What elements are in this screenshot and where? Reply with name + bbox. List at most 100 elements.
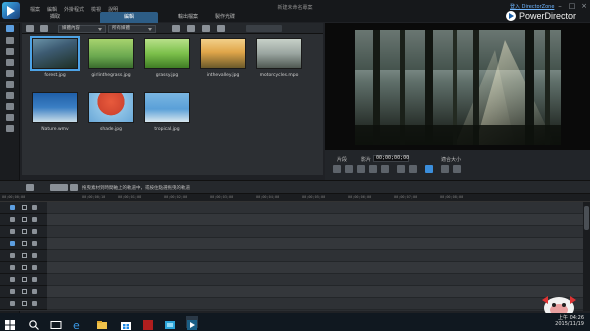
media-filter-dropdown[interactable]: 所有媒體 <box>108 25 156 33</box>
timecode-display[interactable]: 00;00;00;00 <box>373 155 409 162</box>
subtitle-room-icon[interactable] <box>6 125 14 132</box>
track-enable-checkbox[interactable] <box>22 205 27 210</box>
timeline-hint: 拖曳素材到時間軸上的軌道中，或按住點選拖曳的軌道 <box>82 186 190 191</box>
close-icon[interactable]: × <box>579 2 589 10</box>
track-enable-checkbox[interactable] <box>22 217 27 222</box>
track-manager-icon[interactable] <box>26 184 34 191</box>
previous-frame-button[interactable] <box>357 165 365 173</box>
file-explorer-icon[interactable] <box>96 316 108 329</box>
track-row[interactable] <box>47 262 583 274</box>
media-thumb-forest[interactable] <box>30 36 80 71</box>
lock-icon[interactable] <box>32 253 37 258</box>
track-row[interactable] <box>47 202 583 214</box>
media-thumb-motorcycles[interactable] <box>256 38 302 69</box>
mail-app-icon[interactable] <box>164 316 176 329</box>
timeline-view-icon[interactable] <box>50 184 68 191</box>
directorzone-login-link[interactable]: 登入 DirectorZone <box>510 3 554 10</box>
timeline-toolbar: 拖曳素材到時間軸上的軌道中，或按住點選拖曳的軌道 <box>0 180 590 194</box>
minimize-icon[interactable]: – <box>555 2 565 10</box>
taskbar-clock[interactable]: 上午 04:26 2015/11/19 <box>548 315 584 327</box>
media-content-dropdown[interactable]: 媒體內容 <box>58 25 106 33</box>
media-thumb-inthevalley[interactable] <box>200 38 246 69</box>
track-row[interactable] <box>47 286 583 298</box>
import-media-icon[interactable] <box>26 25 34 32</box>
voice-over-icon[interactable] <box>6 103 14 110</box>
track-row[interactable] <box>47 238 583 250</box>
lock-icon[interactable] <box>32 265 37 270</box>
track-row[interactable] <box>47 274 583 286</box>
track-row[interactable] <box>47 298 583 310</box>
lock-icon[interactable] <box>32 277 37 282</box>
powerdirector-taskbar-icon[interactable] <box>186 316 198 330</box>
title-room-icon[interactable] <box>6 70 14 77</box>
plugins-icon[interactable] <box>40 25 48 32</box>
fast-forward-button[interactable] <box>381 165 389 173</box>
maximize-icon[interactable]: □ <box>567 2 577 10</box>
undock-icon[interactable] <box>441 165 449 173</box>
audio-mixing-icon[interactable] <box>6 92 14 99</box>
track-enable-checkbox[interactable] <box>22 277 27 282</box>
movie-mode-label[interactable]: 影片 <box>361 156 371 163</box>
timeline-ruler[interactable]: 00;00;00;00 00;00;00;10 00;00;01;08 00;0… <box>0 194 590 202</box>
track-row[interactable] <box>47 214 583 226</box>
task-view-icon[interactable] <box>50 316 62 329</box>
tab-produce[interactable]: 輸出檔案 <box>168 12 208 23</box>
lock-icon[interactable] <box>32 289 37 294</box>
store-icon[interactable] <box>120 316 132 330</box>
lock-icon[interactable] <box>32 217 37 222</box>
pip-room-icon[interactable] <box>6 48 14 55</box>
media-app-icon[interactable] <box>142 316 154 330</box>
timeline-scrollbar[interactable] <box>583 202 590 311</box>
lock-icon[interactable] <box>32 241 37 246</box>
lock-icon[interactable] <box>32 229 37 234</box>
svg-text:e: e <box>73 319 80 331</box>
track-enable-checkbox[interactable] <box>22 265 27 270</box>
lock-icon[interactable] <box>32 205 37 210</box>
track-row[interactable] <box>47 250 583 262</box>
media-thumb-grassy[interactable] <box>144 38 190 69</box>
transition-room-icon[interactable] <box>6 81 14 88</box>
scrollbar-thumb[interactable] <box>584 206 589 230</box>
ruler-tick: 00;00;00;10 <box>82 195 106 199</box>
lock-icon[interactable] <box>32 301 37 306</box>
tab-capture[interactable]: 擷取 <box>40 12 70 23</box>
play-button[interactable] <box>333 165 341 173</box>
fullscreen-icon[interactable] <box>453 165 461 173</box>
track-enable-checkbox[interactable] <box>22 229 27 234</box>
sort-icon[interactable] <box>187 25 195 32</box>
media-thumb-nature[interactable] <box>32 92 78 123</box>
media-thumb-girlinthegrass[interactable] <box>88 38 134 69</box>
powerdirector-window: 檔案 編輯 外掛程式 檢視 說明 新建未命名專案 登入 DirectorZone… <box>0 0 590 331</box>
3d-mode-button[interactable] <box>425 165 433 173</box>
media-thumb-shade[interactable] <box>88 92 134 123</box>
fx-room-icon[interactable] <box>6 37 14 44</box>
volume-icon[interactable] <box>409 165 417 173</box>
track-enable-checkbox[interactable] <box>22 301 27 306</box>
view-mode-icon[interactable] <box>172 25 180 32</box>
search-input[interactable] <box>246 25 282 32</box>
tab-edit[interactable]: 編輯 <box>100 12 158 23</box>
clip-mode-label[interactable]: 片段 <box>337 156 347 163</box>
chapter-room-icon[interactable] <box>6 114 14 121</box>
search-icon[interactable] <box>28 316 40 330</box>
stop-button[interactable] <box>345 165 353 173</box>
next-frame-button[interactable] <box>369 165 377 173</box>
tools-icon[interactable] <box>70 184 78 191</box>
voice-track-icon <box>10 289 15 294</box>
media-room-icon[interactable] <box>6 25 14 32</box>
media-thumb-tropical[interactable] <box>144 92 190 123</box>
thumbnail-size-icon[interactable] <box>202 25 210 32</box>
zoom-dropdown[interactable]: 適合大小 <box>441 156 461 163</box>
track-enable-checkbox[interactable] <box>22 253 27 258</box>
start-icon[interactable] <box>4 316 16 330</box>
tab-create-disc[interactable]: 製作光碟 <box>205 12 245 23</box>
snapshot-icon[interactable] <box>397 165 405 173</box>
track-enable-checkbox[interactable] <box>22 289 27 294</box>
track-enable-checkbox[interactable] <box>22 241 27 246</box>
ruler-tick: 00;00;03;00 <box>210 195 234 199</box>
ruler-tick: 00;00;06;00 <box>348 195 372 199</box>
track-row[interactable] <box>47 226 583 238</box>
sort-icon-2[interactable] <box>217 25 225 32</box>
edge-browser-icon[interactable]: e <box>72 316 84 331</box>
particle-room-icon[interactable] <box>6 59 14 66</box>
